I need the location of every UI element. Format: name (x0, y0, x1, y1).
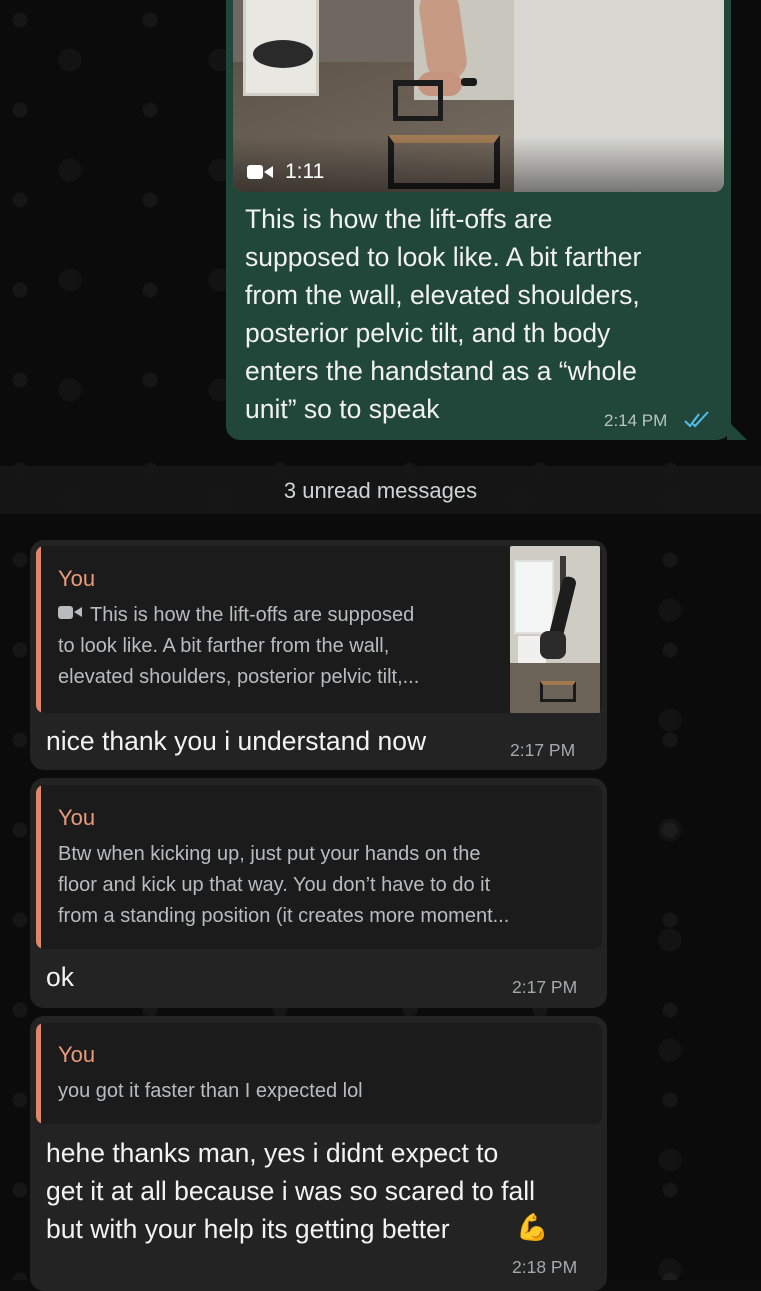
incoming-message-text: ok (46, 962, 74, 992)
quote-text: This is how the lift-offs are supposed t… (58, 604, 420, 688)
outgoing-message-text: This is how the lift-offs are supposed t… (245, 204, 642, 424)
incoming-message-text: nice thank you i understand now (46, 726, 427, 756)
quote-text: Btw when kicking up, just put your hands… (58, 843, 510, 927)
quote-author: You (58, 1042, 96, 1067)
bubble-tail (727, 420, 747, 440)
message-timestamp: 2:17 PM (510, 740, 576, 760)
double-check-read-icon (684, 411, 709, 428)
quote-accent-bar (36, 546, 41, 713)
video-camera-icon (247, 164, 277, 180)
message-timestamp: 2:14 PM (604, 411, 668, 430)
quote-text: you got it faster than I expected lol (58, 1080, 363, 1102)
quote-video-thumbnail (510, 546, 600, 713)
video-duration-label: 1:11 (247, 160, 324, 184)
video-duration: 1:11 (285, 160, 325, 183)
quote-accent-bar (36, 785, 41, 949)
quote-accent-bar (36, 1023, 41, 1124)
quote-author: You (58, 805, 96, 830)
flexed-biceps-emoji: 💪 (516, 1212, 549, 1242)
reply-quote[interactable] (36, 1023, 602, 1124)
quote-author: You (58, 566, 96, 591)
message-timestamp: 2:17 PM (512, 977, 578, 997)
message-timestamp: 2:18 PM (512, 1257, 578, 1277)
unread-divider-label: 3 unread messages (283, 478, 478, 503)
